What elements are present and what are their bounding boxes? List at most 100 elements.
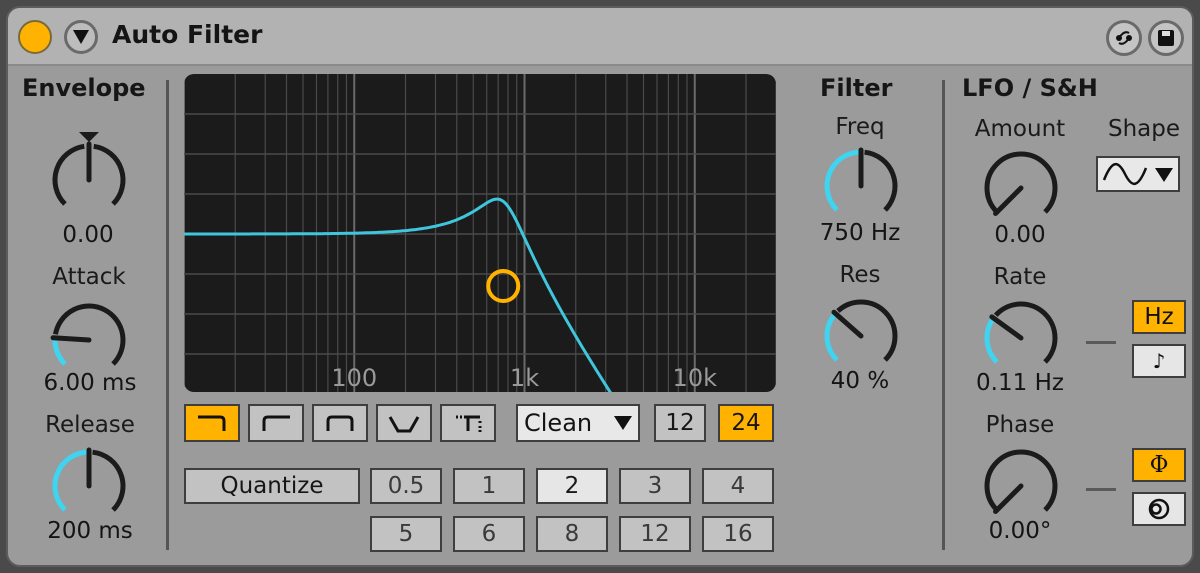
quantize-beat-8-button[interactable]: 8 <box>536 516 608 552</box>
dropdown-arrow-icon <box>1155 168 1173 182</box>
circuit-type-dropdown[interactable]: Clean <box>516 404 640 442</box>
frequency-value[interactable]: 750 Hz <box>798 220 922 246</box>
quantize-beat-4-button[interactable]: 4 <box>702 468 774 504</box>
knob-value-arc <box>824 311 839 362</box>
slope-24-button[interactable]: 24 <box>718 404 774 442</box>
frequency-tick-label: 10k <box>673 364 718 392</box>
knob-track <box>93 143 126 206</box>
filter-type-morph-button[interactable] <box>440 404 496 442</box>
section-divider <box>166 80 169 550</box>
quantize-beat-0.5-button[interactable]: 0.5 <box>370 468 442 504</box>
phi-icon: Φ <box>1149 452 1169 478</box>
envelope-section-title: Envelope <box>22 74 146 102</box>
knob-value-arc <box>984 316 999 364</box>
spin-icon <box>1148 498 1170 520</box>
rate-sync-mode-button[interactable]: ♪ <box>1132 344 1186 378</box>
knob-track <box>984 151 1058 214</box>
knob-track <box>53 303 126 366</box>
rate-hz-mode-button[interactable]: Hz <box>1132 300 1186 334</box>
save-preset-icon <box>1158 30 1174 46</box>
lfo-amount-value[interactable]: 0.00 <box>958 222 1082 248</box>
frequency-knob[interactable] <box>818 144 904 224</box>
lfo-phase-label: Phase <box>985 412 1055 438</box>
attack-knob[interactable] <box>46 298 132 378</box>
attack-value[interactable]: 6.00 ms <box>22 370 158 396</box>
lfo-rate-knob[interactable] <box>978 296 1064 376</box>
lfo-rate-label: Rate <box>993 264 1047 290</box>
resonance-label: Res <box>839 262 881 288</box>
knob-track <box>984 449 1058 512</box>
dropdown-arrow-icon <box>614 416 632 430</box>
release-value[interactable]: 200 ms <box>22 518 158 544</box>
knob-value-arc <box>824 149 862 212</box>
save-preset-button[interactable] <box>1148 20 1184 56</box>
filter-section-title: Filter <box>820 74 893 102</box>
attack-label: Attack <box>52 264 126 290</box>
slope-12-button[interactable]: 12 <box>654 404 706 442</box>
lfo-shape-dropdown[interactable] <box>1096 156 1180 192</box>
phase-mode-button[interactable]: Φ <box>1132 448 1186 482</box>
knob-pointer <box>50 335 92 343</box>
frequency-tick-label: 1k <box>510 364 539 392</box>
link-indicator <box>1086 341 1116 344</box>
envelope-amount-value[interactable]: 0.00 <box>30 222 146 248</box>
music-note-icon: ♪ <box>1152 349 1166 373</box>
device-titlebar: Auto Filter <box>8 8 1192 66</box>
knob-pointer <box>989 314 1024 341</box>
filter-type-notch-button[interactable] <box>376 404 432 442</box>
envelope-amount-knob[interactable] <box>46 126 132 222</box>
chevron-down-icon <box>73 30 89 44</box>
lfo-phase-knob[interactable] <box>978 444 1064 524</box>
hot-swap-button[interactable] <box>1106 20 1142 56</box>
lfo-phase-value[interactable]: 0.00° <box>958 518 1082 544</box>
fold-toggle[interactable] <box>64 20 98 54</box>
quantize-beat-2-button[interactable]: 2 <box>536 468 608 504</box>
knob-track <box>92 449 126 512</box>
quantize-beat-6-button[interactable]: 6 <box>453 516 525 552</box>
device-power-toggle[interactable] <box>18 20 52 54</box>
quantize-beat-16-button[interactable]: 16 <box>702 516 774 552</box>
resonance-value[interactable]: 40 % <box>798 368 922 394</box>
auto-filter-device: Auto Filter Envelope 0.00 Attack 6.00 ms… <box>6 6 1194 567</box>
filter-response-display[interactable]: 100 1k 10k <box>184 74 776 392</box>
lfo-section-title: LFO / S&H <box>962 74 1098 102</box>
knob-track <box>864 149 898 212</box>
morph-icon <box>456 415 482 432</box>
circuit-type-value: Clean <box>524 409 593 437</box>
filter-type-lowpass-button[interactable] <box>184 404 240 442</box>
knob-value-arc <box>52 337 67 366</box>
sine-wave-icon <box>1102 163 1148 185</box>
hot-swap-icon <box>1116 31 1132 45</box>
quantize-beat-5-button[interactable]: 5 <box>370 516 442 552</box>
release-label: Release <box>45 412 135 438</box>
knob-track <box>836 299 898 362</box>
lfo-rate-value[interactable]: 0.11 Hz <box>954 370 1086 396</box>
filter-type-bandpass-button[interactable] <box>312 404 368 442</box>
freq-label: Freq <box>835 114 885 140</box>
quantize-beat-12-button[interactable]: 12 <box>619 516 691 552</box>
knob-pointer <box>993 185 1024 216</box>
bandpass-icon <box>326 415 354 431</box>
lowpass-icon <box>198 415 226 431</box>
link-indicator <box>1086 488 1116 491</box>
filter-type-highpass-button[interactable] <box>248 404 304 442</box>
knob-pointer <box>993 483 1024 514</box>
cutoff-resonance-handle[interactable] <box>486 269 521 303</box>
filter-curve-plot[interactable]: 100 1k 10k <box>184 74 776 392</box>
device-title: Auto Filter <box>112 20 263 49</box>
lfo-amount-label: Amount <box>974 116 1066 142</box>
lfo-shape-label: Shape <box>1107 116 1181 142</box>
lfo-amount-knob[interactable] <box>978 146 1064 226</box>
notch-icon <box>388 416 420 433</box>
resonance-knob[interactable] <box>818 294 904 374</box>
spin-mode-button[interactable] <box>1132 492 1186 526</box>
quantize-beat-3-button[interactable]: 3 <box>619 468 691 504</box>
quantize-beat-1-button[interactable]: 1 <box>453 468 525 504</box>
center-marker-icon <box>79 132 99 142</box>
knob-pointer <box>831 309 864 339</box>
quantize-button[interactable]: Quantize <box>184 468 360 504</box>
highpass-icon <box>262 415 290 431</box>
knob-track <box>52 143 85 206</box>
release-knob[interactable] <box>46 444 132 524</box>
section-divider <box>942 80 945 550</box>
